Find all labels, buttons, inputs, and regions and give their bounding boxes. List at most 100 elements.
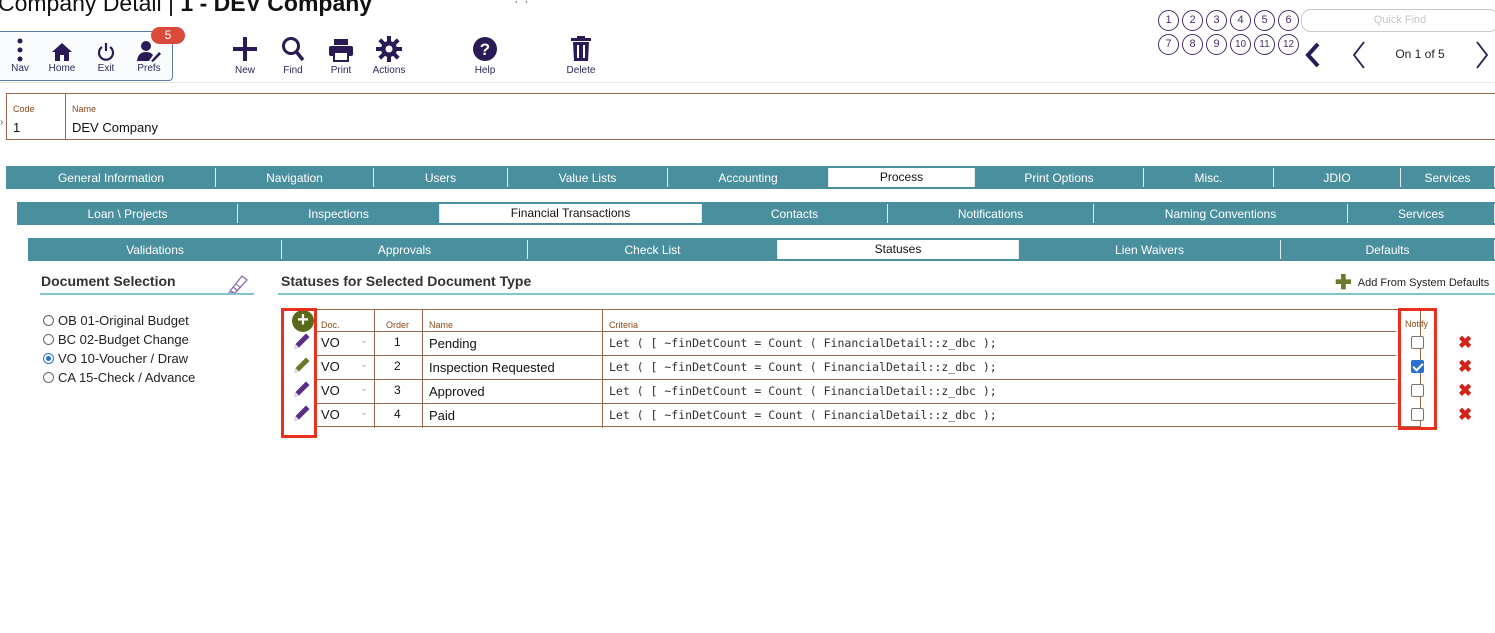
criteria-cell[interactable]: Let ( [ ~finDetCount = Count ( Financial…: [609, 360, 997, 374]
delete-button[interactable]: Delete: [556, 34, 606, 80]
nav-label: Nav: [11, 63, 29, 74]
radio-button[interactable]: [43, 334, 54, 345]
first-record-icon[interactable]: [1305, 42, 1321, 75]
next-record-icon[interactable]: [1474, 40, 1490, 75]
trash-icon: [556, 34, 606, 62]
notify-column-highlight: [1398, 308, 1437, 430]
nav-button[interactable]: Nav: [0, 32, 42, 80]
shortcut-button-7[interactable]: 7: [1158, 34, 1179, 55]
document-option[interactable]: BC 02-Budget Change: [43, 332, 189, 347]
search-icon: [268, 34, 318, 62]
name-label: Name: [72, 104, 97, 114]
name-column-header: Name: [429, 320, 454, 330]
name-cell[interactable]: Pending: [429, 336, 477, 351]
order-cell[interactable]: 4: [394, 407, 401, 421]
tab-loan-projects[interactable]: Loan \ Projects: [18, 204, 238, 223]
prev-record-icon[interactable]: [1351, 40, 1367, 75]
new-button[interactable]: New: [220, 34, 270, 80]
tab-naming-conventions[interactable]: Naming Conventions: [1094, 204, 1348, 223]
doc-cell[interactable]: VO: [321, 383, 340, 398]
document-option[interactable]: CA 15-Check / Advance: [43, 370, 195, 385]
shortcut-button-8[interactable]: 8: [1182, 34, 1203, 55]
order-cell[interactable]: 3: [394, 383, 401, 397]
print-button[interactable]: Print: [316, 34, 366, 80]
tab-lien-waivers[interactable]: Lien Waivers: [1019, 240, 1281, 259]
shortcut-button-11[interactable]: 11: [1254, 34, 1275, 55]
order-cell[interactable]: 2: [394, 359, 401, 373]
home-icon: [40, 32, 84, 62]
process-tab-bar: Loan \ Projects Inspections Financial Tran…: [17, 202, 1495, 225]
tab-accounting[interactable]: Accounting: [668, 168, 829, 187]
order-cell[interactable]: 1: [394, 335, 401, 349]
tab-print-options[interactable]: Print Options: [975, 168, 1144, 187]
tab-process[interactable]: Process: [829, 168, 975, 187]
criteria-column-header: Criteria: [609, 320, 639, 330]
doc-cell[interactable]: VO: [321, 359, 340, 374]
tab-general-information[interactable]: General Information: [7, 168, 216, 187]
delete-row-icon[interactable]: ✖: [1458, 333, 1472, 353]
name-cell[interactable]: Paid: [429, 408, 455, 423]
delete-row-icon[interactable]: ✖: [1458, 381, 1472, 401]
shortcut-button-10[interactable]: 10: [1230, 34, 1251, 55]
record-position: On 1 of 5: [1395, 47, 1445, 61]
shortcut-button-12[interactable]: 12: [1278, 34, 1299, 55]
shortcut-button-5[interactable]: 5: [1254, 10, 1275, 31]
help-button[interactable]: ? Help: [460, 34, 510, 80]
chevron-down-icon[interactable]: ⌄: [360, 335, 368, 346]
add-from-defaults-button[interactable]: ✚ Add From System Defaults: [1335, 273, 1489, 293]
document-option[interactable]: VO 10-Voucher / Draw: [43, 351, 188, 366]
shortcut-button-3[interactable]: 3: [1206, 10, 1227, 31]
tab-validations[interactable]: Validations: [29, 240, 282, 259]
tab-financial-transactions[interactable]: Financial Transactions: [440, 204, 702, 223]
tab-misc[interactable]: Misc.: [1144, 168, 1274, 187]
chevron-down-icon[interactable]: ⌄: [360, 359, 368, 370]
quick-find-input[interactable]: Quick Find: [1301, 9, 1495, 32]
criteria-cell[interactable]: Let ( [ ~finDetCount = Count ( Financial…: [609, 384, 997, 398]
code-field[interactable]: Code 1: [6, 93, 65, 140]
doc-cell[interactable]: VO: [321, 407, 340, 422]
tab-navigation[interactable]: Navigation: [216, 168, 374, 187]
exit-label: Exit: [97, 63, 115, 74]
document-option-label: BC 02-Budget Change: [58, 332, 189, 347]
shortcut-button-2[interactable]: 2: [1182, 10, 1203, 31]
chevron-down-icon[interactable]: ⌄: [360, 383, 368, 394]
tab-statuses[interactable]: Statuses: [778, 240, 1019, 259]
tab-contacts[interactable]: Contacts: [702, 204, 888, 223]
delete-row-icon[interactable]: ✖: [1458, 357, 1472, 377]
tab-jdio[interactable]: JDIO: [1274, 168, 1401, 187]
help-icon: ?: [460, 34, 510, 62]
tab-defaults[interactable]: Defaults: [1281, 240, 1495, 259]
shortcut-button-6[interactable]: 6: [1278, 10, 1299, 31]
delete-row-icon[interactable]: ✖: [1458, 405, 1472, 425]
header-divider: [0, 82, 1495, 83]
tab-approvals[interactable]: Approvals: [282, 240, 528, 259]
criteria-cell[interactable]: Let ( [ ~finDetCount = Count ( Financial…: [609, 408, 997, 422]
tab-services[interactable]: Services: [1401, 168, 1495, 187]
shortcut-button-4[interactable]: 4: [1230, 10, 1251, 31]
criteria-cell[interactable]: Let ( [ ~finDetCount = Count ( Financial…: [609, 336, 997, 350]
prefs-label: Prefs: [137, 63, 161, 74]
name-cell[interactable]: Approved: [429, 384, 485, 399]
chevron-down-icon[interactable]: ⌄: [360, 407, 368, 418]
order-column-header: Order: [386, 320, 410, 330]
find-button[interactable]: Find: [268, 34, 318, 80]
radio-button[interactable]: [43, 315, 54, 326]
radio-button[interactable]: [43, 372, 54, 383]
tab-services[interactable]: Services: [1348, 204, 1495, 223]
shortcut-button-9[interactable]: 9: [1206, 34, 1227, 55]
document-option[interactable]: OB 01-Original Budget: [43, 313, 189, 328]
name-field[interactable]: Name DEV Company: [65, 93, 1495, 140]
tab-inspections[interactable]: Inspections: [238, 204, 440, 223]
tab-notifications[interactable]: Notifications: [888, 204, 1094, 223]
tab-check-list[interactable]: Check List: [528, 240, 778, 259]
name-cell[interactable]: Inspection Requested: [429, 360, 555, 375]
shortcut-button-1[interactable]: 1: [1158, 10, 1179, 31]
home-button[interactable]: Home: [40, 32, 84, 80]
tab-value-lists[interactable]: Value Lists: [508, 168, 668, 187]
radio-button[interactable]: [43, 353, 54, 364]
exit-button[interactable]: Exit: [84, 32, 128, 80]
doc-cell[interactable]: VO: [321, 335, 340, 350]
actions-button[interactable]: Actions: [364, 34, 414, 80]
printer-icon: [316, 34, 366, 62]
tab-users[interactable]: Users: [374, 168, 508, 187]
